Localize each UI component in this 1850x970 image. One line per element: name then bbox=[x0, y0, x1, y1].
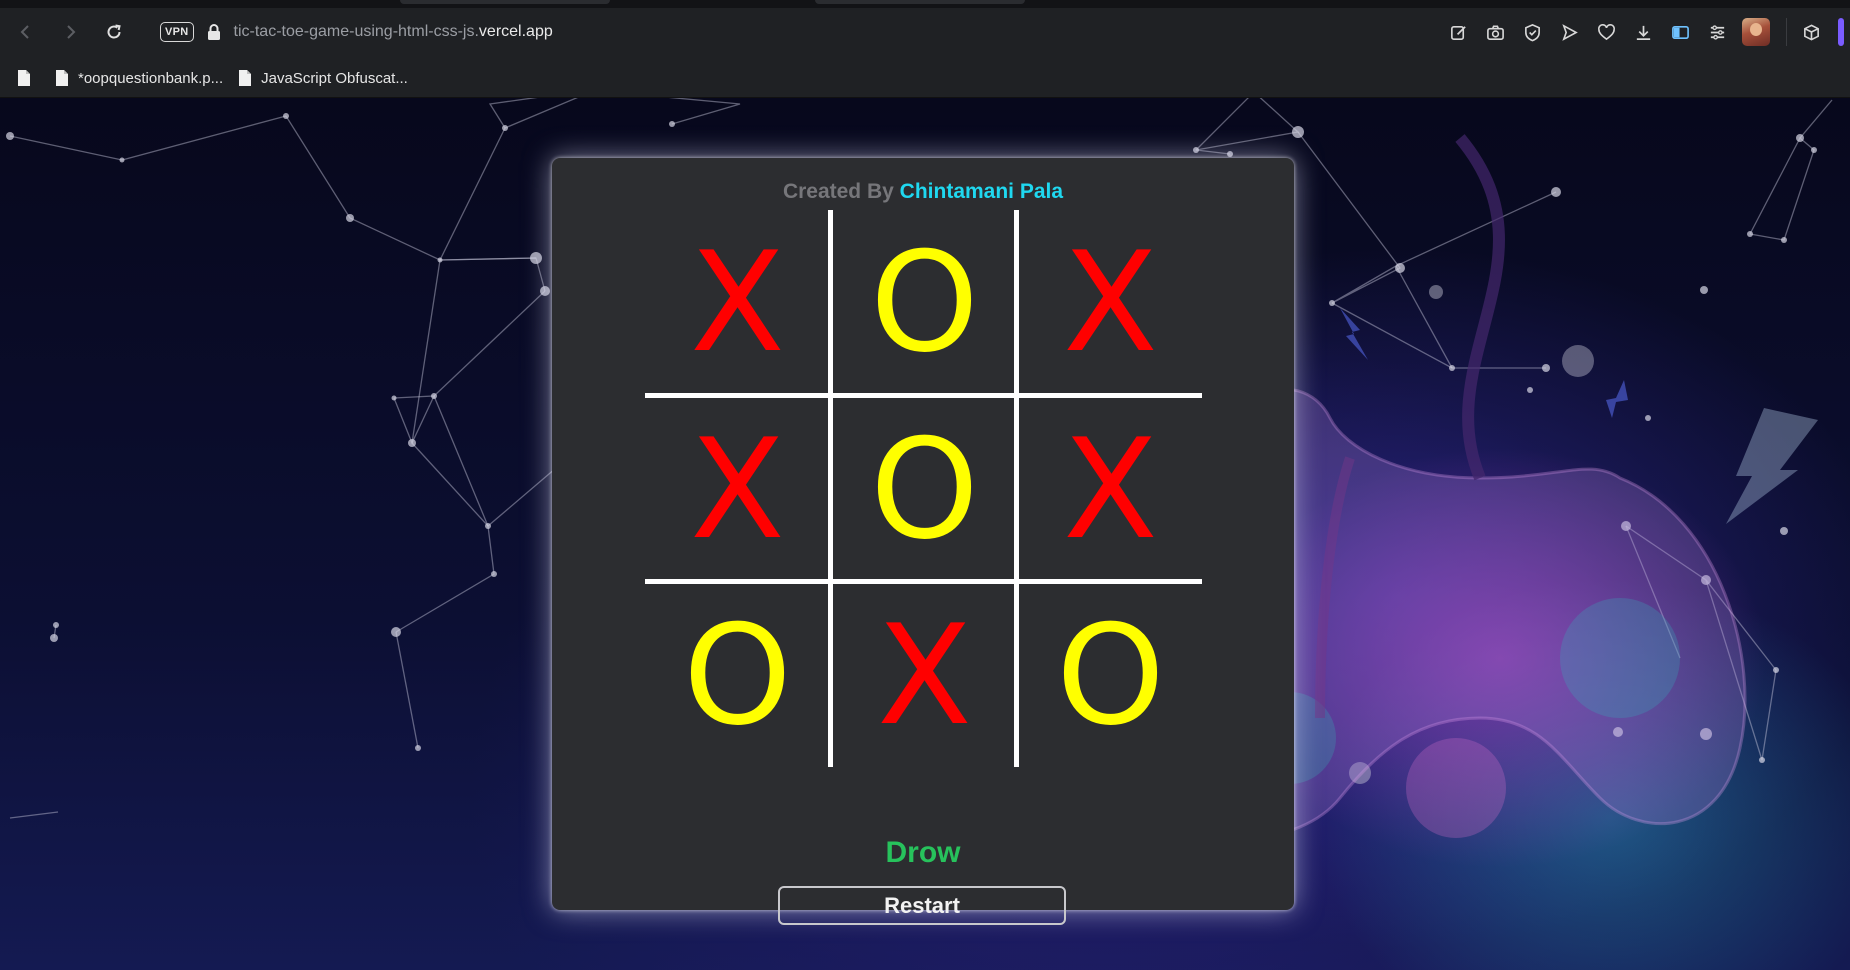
credit-line: Created By Chintamani Pala bbox=[552, 180, 1294, 204]
tab[interactable] bbox=[400, 0, 610, 4]
shield-icon bbox=[1525, 23, 1540, 41]
url-domain: vercel.app bbox=[478, 23, 553, 40]
downloads-button[interactable] bbox=[1625, 14, 1662, 51]
send-button[interactable] bbox=[1551, 14, 1588, 51]
cell-mark: O bbox=[683, 594, 792, 756]
easy-setup-button[interactable] bbox=[1699, 14, 1736, 51]
profile-avatar[interactable] bbox=[1742, 18, 1770, 46]
chevron-left-icon bbox=[20, 25, 29, 39]
bookmark-label: *oopquestionbank.p... bbox=[78, 69, 224, 87]
board-cell-6[interactable]: X bbox=[1018, 397, 1203, 582]
url-prefix: tic-tac-toe-game-using-html-css-js. bbox=[233, 23, 479, 40]
file-icon bbox=[239, 70, 252, 86]
bookmark-item[interactable] bbox=[16, 69, 32, 87]
screenshot-button[interactable] bbox=[1477, 14, 1514, 51]
tab-strip bbox=[0, 0, 1850, 8]
credit-prefix: Created By bbox=[782, 180, 894, 203]
board-cell-1[interactable]: X bbox=[645, 210, 830, 395]
cell-mark: O bbox=[870, 408, 979, 570]
vpn-badge[interactable]: VPN bbox=[160, 22, 194, 42]
cell-mark: X bbox=[690, 221, 785, 383]
author-name: Chintamani Pala bbox=[899, 180, 1064, 203]
bookmark-javascript-obfuscator[interactable]: JavaScript Obfuscat... bbox=[237, 69, 408, 87]
bookmark-label: JavaScript Obfuscat... bbox=[261, 69, 408, 87]
tic-tac-toe-board: X O X X O X O X O bbox=[645, 210, 1202, 767]
toolbar-divider bbox=[1786, 18, 1787, 46]
forward-button[interactable] bbox=[52, 14, 88, 50]
board-cell-5[interactable]: O bbox=[832, 397, 1017, 582]
cell-mark: X bbox=[877, 594, 972, 756]
send-icon bbox=[1562, 23, 1578, 41]
sidebar-icon bbox=[1672, 25, 1689, 39]
address-toolbar: VPN tic-tac-toe-game-using-html-css-js.v… bbox=[0, 8, 1850, 56]
restart-button[interactable]: Restart bbox=[778, 886, 1066, 925]
heart-icon bbox=[1598, 23, 1615, 40]
tab[interactable] bbox=[815, 0, 1025, 4]
page-viewport: Created By Chintamani Pala X O X X O X O… bbox=[0, 98, 1850, 970]
board-cell-4[interactable]: X bbox=[645, 397, 830, 582]
favorites-button[interactable] bbox=[1588, 14, 1625, 51]
toolbar-actions bbox=[1440, 8, 1850, 56]
chevron-right-icon bbox=[67, 25, 76, 39]
reload-button[interactable] bbox=[96, 14, 132, 50]
bookmark-oopquestionbank[interactable]: *oopquestionbank.p... bbox=[54, 69, 223, 87]
shield-button[interactable] bbox=[1514, 14, 1551, 51]
game-status: Drow bbox=[885, 836, 961, 869]
menu-icon bbox=[1710, 24, 1725, 40]
lock-icon[interactable] bbox=[206, 23, 222, 41]
sidebar-accent bbox=[1838, 18, 1844, 46]
game-card: Created By Chintamani Pala X O X X O X O… bbox=[552, 158, 1294, 925]
sidebar-button[interactable] bbox=[1662, 14, 1699, 51]
edit-icon bbox=[1451, 25, 1466, 40]
cell-mark: X bbox=[1063, 408, 1158, 570]
download-icon bbox=[1636, 25, 1651, 40]
file-icon bbox=[56, 70, 68, 86]
file-icon bbox=[18, 70, 30, 86]
board-cell-2[interactable]: O bbox=[832, 210, 1017, 395]
camera-icon bbox=[1487, 25, 1504, 40]
cell-mark: O bbox=[870, 221, 979, 383]
extensions-button[interactable] bbox=[1793, 14, 1830, 51]
cell-mark: X bbox=[690, 408, 785, 570]
cell-mark: X bbox=[1063, 221, 1158, 383]
browser-chrome: VPN tic-tac-toe-game-using-html-css-js.v… bbox=[0, 0, 1850, 98]
cell-mark: O bbox=[1056, 594, 1165, 756]
address-bar[interactable]: tic-tac-toe-game-using-html-css-js.verce… bbox=[234, 23, 553, 41]
edit-button[interactable] bbox=[1440, 14, 1477, 51]
reload-icon bbox=[107, 24, 121, 39]
box-icon bbox=[1804, 23, 1819, 41]
bookmarks-bar: *oopquestionbank.p... JavaScript Obfusca… bbox=[0, 58, 1850, 98]
board-cell-8[interactable]: X bbox=[832, 583, 1017, 768]
board-cell-3[interactable]: X bbox=[1018, 210, 1203, 395]
board-cell-9[interactable]: O bbox=[1018, 583, 1203, 768]
board-cell-7[interactable]: O bbox=[645, 583, 830, 768]
back-button[interactable] bbox=[8, 14, 44, 50]
